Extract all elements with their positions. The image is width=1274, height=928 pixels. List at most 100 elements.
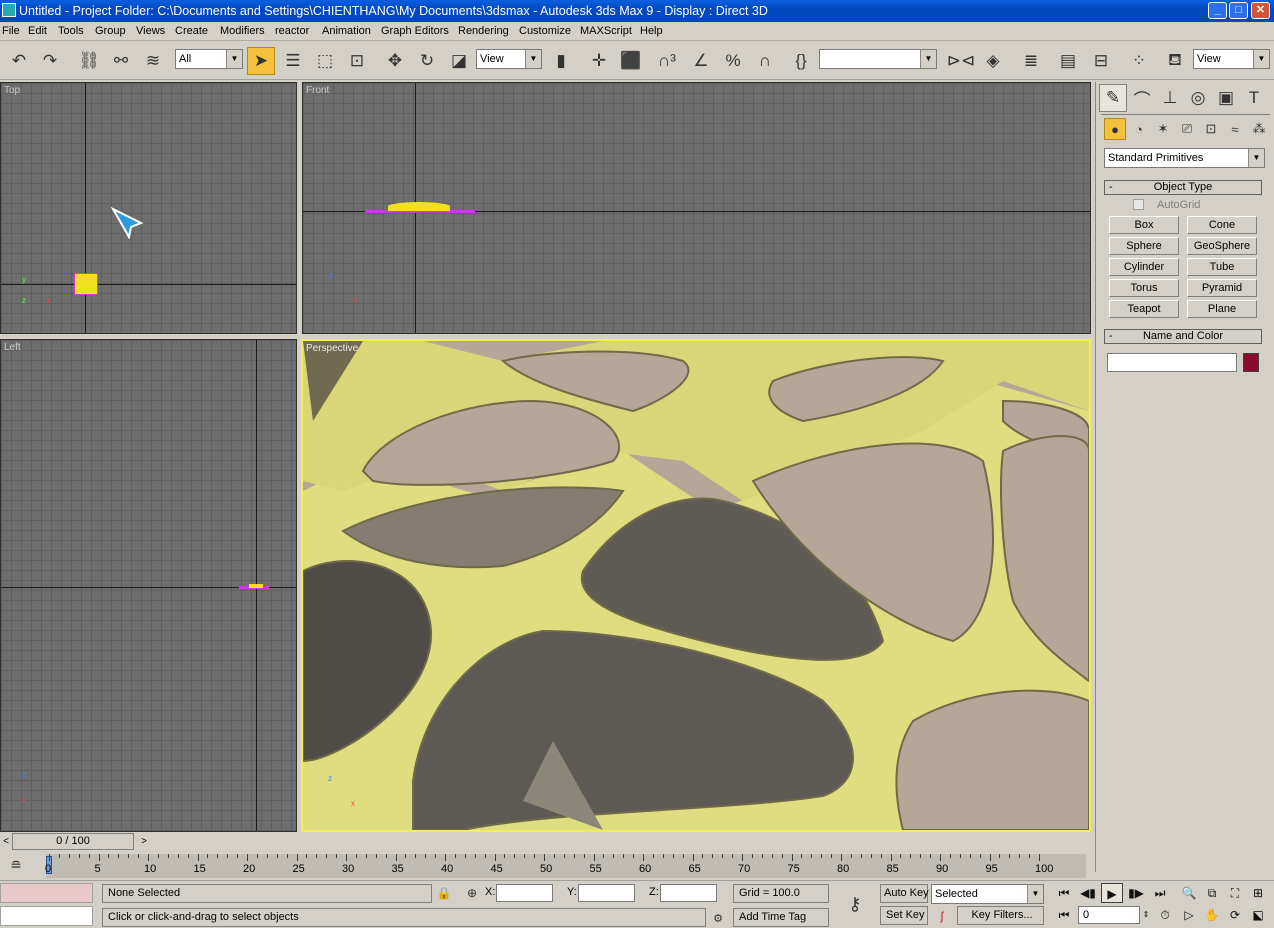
- z-coordinate-field[interactable]: [660, 884, 717, 902]
- rollout-object-type[interactable]: - Object Type: [1104, 180, 1262, 195]
- selected-object-marker[interactable]: [249, 584, 263, 588]
- time-slider-prev-button[interactable]: <: [0, 833, 12, 850]
- select-and-move-icon[interactable]: ✥: [381, 47, 409, 75]
- frame-spinner-icon[interactable]: ⇕: [1140, 905, 1152, 925]
- open-mini-curve-editor-icon[interactable]: ≘: [4, 854, 28, 876]
- viewport-label-perspective[interactable]: Perspective: [306, 343, 358, 354]
- maximize-viewport-icon[interactable]: ⬕: [1247, 905, 1269, 925]
- pyramid-button[interactable]: Pyramid: [1187, 279, 1257, 297]
- tube-button[interactable]: Tube: [1187, 258, 1257, 276]
- field-of-view-icon[interactable]: ▷: [1178, 905, 1200, 925]
- create-tab-icon[interactable]: ✎: [1099, 84, 1127, 112]
- edit-named-selection-icon[interactable]: {}: [787, 47, 815, 75]
- x-coordinate-field[interactable]: [496, 884, 553, 902]
- go-to-start-icon[interactable]: ⏮: [1053, 883, 1075, 903]
- zoom-all-icon[interactable]: ⧉: [1201, 883, 1223, 903]
- box-button[interactable]: Box: [1109, 216, 1179, 234]
- undo-icon[interactable]: ↶: [5, 47, 33, 75]
- select-and-scale-icon[interactable]: ◪: [445, 47, 473, 75]
- selection-filter-dropdown[interactable]: All ▼: [175, 49, 243, 69]
- pan-view-icon[interactable]: ✋: [1201, 905, 1223, 925]
- key-filters-button[interactable]: Key Filters...: [957, 906, 1044, 925]
- sphere-button[interactable]: Sphere: [1109, 237, 1179, 255]
- display-tab-icon[interactable]: ▣: [1212, 84, 1240, 112]
- helpers-icon[interactable]: ⊡: [1200, 118, 1222, 140]
- cameras-icon[interactable]: ⎚: [1176, 118, 1198, 140]
- menu-tools[interactable]: Tools: [58, 25, 84, 37]
- mirror-icon[interactable]: ⊳⊲: [947, 47, 976, 75]
- cylinder-button[interactable]: Cylinder: [1109, 258, 1179, 276]
- maxscript-input-mini[interactable]: [0, 906, 93, 926]
- layer-manager-icon[interactable]: ≣: [1017, 47, 1045, 75]
- key-mode-toggle-icon[interactable]: ⏮: [1053, 905, 1075, 925]
- maximize-button[interactable]: □: [1229, 2, 1248, 19]
- menu-maxscript[interactable]: MAXScript: [580, 25, 632, 37]
- menu-reactor[interactable]: reactor: [275, 25, 309, 37]
- motion-tab-icon[interactable]: ◎: [1184, 84, 1212, 112]
- spinner-snap-icon[interactable]: ∩: [751, 47, 779, 75]
- selected-object-marker[interactable]: [74, 273, 98, 295]
- render-scene-icon[interactable]: ⛾: [1161, 47, 1189, 75]
- geometry-icon[interactable]: ●: [1104, 118, 1126, 140]
- auto-key-button[interactable]: Auto Key: [880, 884, 929, 903]
- viewport-label-top[interactable]: Top: [4, 85, 20, 96]
- systems-icon[interactable]: ⁂: [1248, 118, 1270, 140]
- viewport-front[interactable]: Front z x: [302, 82, 1091, 334]
- time-configuration-icon[interactable]: ⏱: [1154, 905, 1176, 925]
- redo-icon[interactable]: ↷: [36, 47, 64, 75]
- track-bar-area[interactable]: 0 5 10 15 20 25 30 35 40 45 50 55 60 65 70 75 80 85 90 95 10…: [45, 854, 1086, 878]
- render-type-dropdown[interactable]: View ▼: [1193, 49, 1270, 69]
- hierarchy-tab-icon[interactable]: ⊥: [1156, 84, 1184, 112]
- set-key-button[interactable]: Set Key: [880, 906, 928, 925]
- menu-help[interactable]: Help: [640, 25, 663, 37]
- named-selection-sets-dropdown[interactable]: ▼: [819, 49, 937, 69]
- utilities-tab-icon[interactable]: T: [1240, 84, 1268, 112]
- add-time-tag[interactable]: Add Time Tag: [733, 908, 829, 927]
- default-in-out-tangents-icon[interactable]: ʃ: [931, 906, 953, 926]
- window-crossing-icon[interactable]: ⊡: [343, 47, 371, 75]
- menu-graph-editors[interactable]: Graph Editors: [381, 25, 449, 37]
- viewport-label-left[interactable]: Left: [4, 342, 21, 353]
- menu-views[interactable]: Views: [136, 25, 165, 37]
- select-and-rotate-icon[interactable]: ↻: [413, 47, 441, 75]
- modify-tab-icon[interactable]: ⌒: [1128, 84, 1156, 112]
- lights-icon[interactable]: ✶: [1152, 118, 1174, 140]
- menu-group[interactable]: Group: [95, 25, 126, 37]
- teapot-button[interactable]: Teapot: [1109, 300, 1179, 318]
- current-frame-field[interactable]: 0: [1078, 906, 1140, 924]
- y-coordinate-field[interactable]: [578, 884, 635, 902]
- space-warps-icon[interactable]: ≈: [1224, 118, 1246, 140]
- zoom-extents-icon[interactable]: ⛶: [1224, 883, 1246, 903]
- viewport-perspective[interactable]: Perspective z x: [301, 339, 1091, 832]
- menu-file[interactable]: File: [2, 25, 20, 37]
- viewport-label-front[interactable]: Front: [306, 85, 329, 96]
- menu-rendering[interactable]: Rendering: [458, 25, 509, 37]
- object-color-swatch[interactable]: [1243, 353, 1259, 372]
- viewport-left[interactable]: Left z x: [0, 339, 297, 832]
- absolute-transform-icon[interactable]: ⊕: [462, 883, 482, 903]
- pivot-center-icon[interactable]: ▮: [547, 47, 575, 75]
- time-slider-next-button[interactable]: >: [138, 833, 150, 850]
- zoom-extents-all-icon[interactable]: ⊞: [1247, 883, 1269, 903]
- key-icon[interactable]: ⚷: [838, 889, 872, 919]
- selected-object-marker[interactable]: [388, 202, 450, 211]
- previous-frame-icon[interactable]: ◀▮: [1077, 883, 1099, 903]
- key-mode-dropdown[interactable]: Selected ▼: [931, 884, 1044, 904]
- autogrid-checkbox[interactable]: [1133, 199, 1144, 210]
- material-editor-icon[interactable]: ⁘: [1125, 47, 1153, 75]
- menu-modifiers[interactable]: Modifiers: [220, 25, 265, 37]
- next-frame-icon[interactable]: ▮▶: [1125, 883, 1147, 903]
- lock-selection-icon[interactable]: 🔒: [434, 883, 454, 903]
- select-object-icon[interactable]: ➤: [247, 47, 275, 75]
- bind-space-warp-icon[interactable]: ≋: [139, 47, 167, 75]
- play-icon[interactable]: ▶: [1101, 883, 1123, 903]
- zoom-icon[interactable]: 🔍: [1178, 883, 1200, 903]
- menu-create[interactable]: Create: [175, 25, 208, 37]
- object-name-field[interactable]: [1107, 353, 1237, 372]
- close-button[interactable]: ✕: [1251, 2, 1270, 19]
- percent-snap-icon[interactable]: %: [719, 47, 747, 75]
- menu-edit[interactable]: Edit: [28, 25, 47, 37]
- rollout-name-and-color[interactable]: - Name and Color: [1104, 329, 1262, 344]
- time-tag-icon[interactable]: ⚙: [708, 908, 728, 928]
- shapes-icon[interactable]: ◔: [1128, 118, 1150, 140]
